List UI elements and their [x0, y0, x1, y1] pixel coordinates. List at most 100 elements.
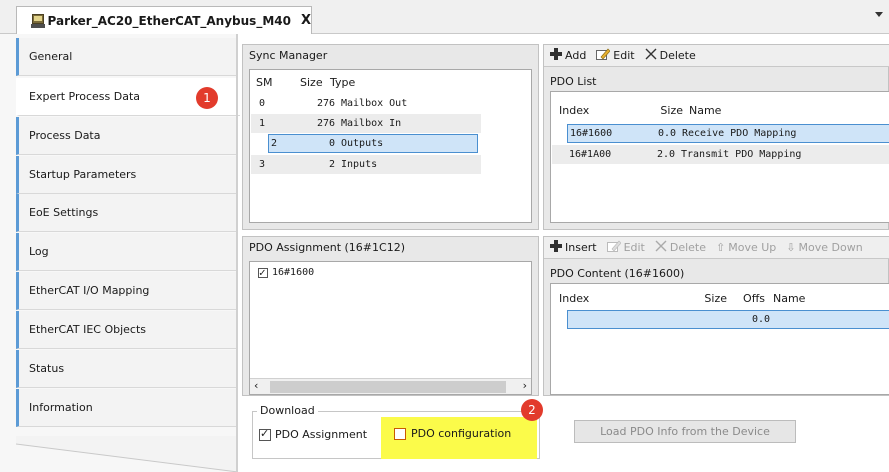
add-pdo-button[interactable]: Add — [550, 48, 586, 63]
pdo-content-table[interactable]: Index Size Offs Name 0.0 — [550, 283, 889, 395]
table-row[interactable]: 1 276 Mailbox In — [251, 114, 481, 133]
scroll-thumb[interactable] — [270, 381, 506, 393]
scroll-right-icon[interactable]: › — [523, 379, 527, 392]
horizontal-scrollbar[interactable]: ‹ › — [250, 378, 531, 394]
nav-item-label: General — [29, 50, 73, 63]
move-down-button[interactable]: ⇩ Move Down — [786, 241, 862, 254]
pdo-list-header: Index Size Name — [559, 104, 721, 117]
add-icon — [550, 240, 562, 255]
pdo-configuration-option-label: PDO configuration — [411, 427, 512, 440]
insert-label: Insert — [565, 241, 597, 254]
pdo-assignment-list[interactable]: 16#1600 ‹ › — [249, 261, 532, 395]
nav-item-information[interactable]: Information — [16, 389, 238, 427]
pdo-content-title: PDO Content (16#1600) — [550, 267, 685, 280]
pdo-list-table[interactable]: Index Size Name 16#1600 0.0 Receive PDO … — [550, 91, 889, 223]
col-size: Size — [660, 104, 683, 117]
scroll-left-icon[interactable]: ‹ — [254, 379, 258, 392]
col-offs: Offs — [743, 292, 765, 305]
delete-icon — [655, 240, 667, 255]
pdo-configuration-checkbox[interactable] — [394, 427, 406, 440]
insert-entry-button[interactable]: Insert — [550, 240, 597, 255]
delete-label: Delete — [669, 241, 707, 254]
download-legend: Download — [257, 404, 318, 417]
nav-item-log[interactable]: Log — [16, 233, 238, 271]
arrow-down-icon: ⇩ — [786, 241, 796, 254]
cell-type: Outputs — [341, 138, 384, 149]
table-row[interactable]: 0 276 Mailbox Out — [251, 94, 481, 113]
edit-entry-button[interactable]: Edit — [606, 240, 645, 255]
arrow-up-icon: ⇧ — [716, 241, 726, 254]
load-pdo-info-button[interactable]: Load PDO Info from the Device — [574, 420, 796, 443]
cell-sm: 2 — [271, 138, 278, 149]
move-up-button[interactable]: ⇧ Move Up — [716, 241, 776, 254]
nav-item-label: EtherCAT I/O Mapping — [29, 284, 150, 297]
nav-item-eoe-settings[interactable]: EoE Settings — [16, 194, 238, 232]
table-row[interactable]: 16#1A00 2.0 Transmit PDO Mapping — [552, 145, 889, 164]
pdo-configuration-option[interactable]: PDO configuration — [394, 427, 511, 440]
col-name: Name — [689, 104, 722, 117]
nav-item-general[interactable]: General — [16, 38, 238, 76]
cell-size: 0.0 — [657, 128, 676, 139]
cell-name: Receive PDO Mapping — [682, 128, 797, 139]
list-item[interactable]: 16#1600 — [258, 266, 315, 279]
step-badge-2: 2 — [521, 399, 543, 421]
cell-sm: 1 — [259, 118, 266, 129]
edit-label: Edit — [613, 49, 635, 62]
cell-type: Mailbox In — [341, 118, 402, 129]
nav-item-ethercat-iec-objects[interactable]: EtherCAT IEC Objects — [16, 311, 238, 349]
device-editor-tab[interactable]: Parker_AC20_EtherCAT_Anybus_M40 X — [16, 6, 312, 34]
col-type: Type — [330, 76, 356, 89]
nav-item-label: Startup Parameters — [29, 168, 137, 181]
table-row-selected[interactable]: 2 0 Outputs — [268, 134, 478, 153]
nav-item-label: Expert Process Data — [29, 90, 141, 103]
cell-index: 16#1A00 — [569, 149, 612, 160]
table-row-selected[interactable]: 0.0 — [567, 310, 889, 329]
pdo-assignment-option[interactable]: PDO Assignment — [259, 427, 367, 441]
table-row-selected[interactable]: 16#1600 0.0 Receive PDO Mapping — [567, 124, 889, 143]
nav-item-startup-parameters[interactable]: Startup Parameters — [16, 156, 238, 194]
cell-sm: 3 — [259, 159, 266, 170]
pdo-content-toolbar: Insert Edit Delete ⇧ Move Up ⇩ Move Down — [544, 237, 889, 259]
pdo-assignment-group: PDO Assignment (16#1C12) 16#1600 ‹ › — [242, 236, 539, 396]
cell-size: 276 — [316, 98, 335, 109]
col-sm: SM — [256, 76, 273, 89]
add-label: Add — [565, 49, 587, 62]
move-up-label: Move Up — [728, 241, 777, 254]
nav-item-ethercat-io-mapping[interactable]: EtherCAT I/O Mapping — [16, 272, 238, 310]
delete-entry-button[interactable]: Delete — [655, 240, 706, 255]
add-icon — [550, 48, 562, 63]
sync-manager-group: Sync Manager SM Size Type 0 276 Mailbox … — [242, 44, 539, 230]
sync-manager-table[interactable]: SM Size Type 0 276 Mailbox Out 1 276 Mai… — [249, 69, 532, 223]
editor-tabstrip: Parker_AC20_EtherCAT_Anybus_M40 X — [0, 0, 889, 34]
sync-manager-header: SM Size Type — [256, 76, 355, 89]
nav-item-label: Status — [29, 362, 65, 375]
cell-size: 276 — [316, 118, 335, 129]
delete-label: Delete — [659, 49, 696, 62]
table-row[interactable]: 3 2 Inputs — [251, 155, 481, 174]
pdo-assignment-title: PDO Assignment (16#1C12) — [249, 241, 405, 254]
nav-item-label: Log — [29, 245, 49, 258]
pdo-assignment-checkbox[interactable] — [259, 427, 271, 441]
pdo-list-toolbar: Add Edit Delete — [544, 45, 889, 67]
edit-icon — [596, 48, 611, 63]
nav-item-process-data[interactable]: Process Data — [16, 117, 238, 155]
edit-pdo-button[interactable]: Edit — [596, 48, 635, 63]
pdo-assignment-item-checkbox[interactable] — [258, 266, 268, 279]
cell-type: Mailbox Out — [341, 98, 408, 109]
nav-item-label: EtherCAT IEC Objects — [29, 323, 147, 336]
pdo-list-group: Add Edit Delete PDO List Index Size Name… — [543, 44, 889, 230]
sync-manager-title: Sync Manager — [249, 49, 328, 62]
cell-size: 2.0 — [656, 149, 675, 160]
cell-size: 0 — [328, 138, 335, 149]
step-badge-1: 1 — [196, 87, 218, 109]
delete-pdo-button[interactable]: Delete — [645, 48, 696, 63]
list-item-label: 16#1600 — [272, 267, 315, 278]
col-index: Index — [559, 104, 590, 117]
col-size: Size — [704, 292, 727, 305]
nav-item-status[interactable]: Status — [16, 350, 238, 388]
col-size: Size — [300, 76, 323, 89]
close-tab-button[interactable]: X — [301, 13, 311, 28]
edit-label: Edit — [623, 241, 645, 254]
move-down-label: Move Down — [798, 241, 863, 254]
tab-list-dropdown-icon[interactable] — [875, 12, 883, 17]
